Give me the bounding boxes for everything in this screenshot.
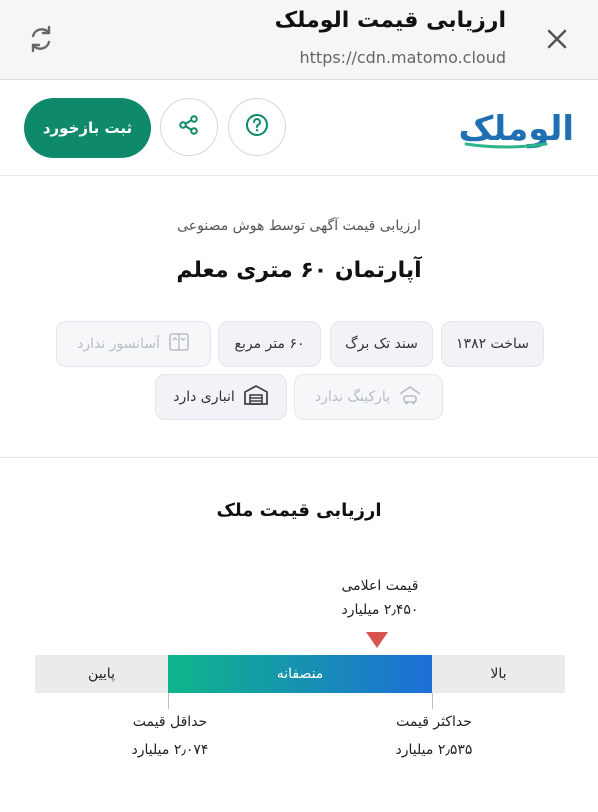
band-low: پایین [35,655,168,693]
band-low-label: پایین [88,666,115,682]
feature-label: پارکینگ ندارد [314,389,391,405]
max-tick [432,693,433,709]
page-url: https://cdn.matomo.cloud [299,48,507,67]
max-price-label: حداکثر قیمت [396,714,472,730]
min-price-label: حداقل قیمت [132,714,208,730]
valuation-title: ارزیابی قیمت ملک [216,500,382,521]
feature-label: ۶۰ متر مربع [234,336,305,352]
logo[interactable]: الوملک [436,104,576,152]
min-tick [168,693,169,709]
help-button[interactable] [228,98,286,156]
page-title: ارزیابی قیمت الوملک [274,8,506,33]
parking-icon [398,384,422,410]
elevator-icon [168,331,190,357]
close-icon[interactable] [542,24,572,54]
site-header: ثبت بازخورد الوملک [0,80,598,176]
band-high-label: بالا [490,666,507,682]
band-high: بالا [432,655,565,693]
share-button[interactable] [160,98,218,156]
feature-chip-storage: انباری دارد [155,374,287,420]
announced-price-label: قیمت اعلامی [341,578,419,594]
feature-label: آسانسور ندارد [77,336,160,352]
feature-label: سند تک برگ [345,336,418,352]
feature-chip-deed: سند تک برگ [330,321,433,367]
announced-price-marker [366,632,388,648]
band-fair-label: منصفانه [276,666,324,682]
max-price-value: ۲٫۵۳۵ میلیارد [395,742,473,758]
feature-chip-build-year: ساخت ۱۳۸۲ [441,321,544,367]
listing-title: آپارتمان ۶۰ متری معلم [176,258,422,283]
min-price-value: ۲٫۰۷۴ میلیارد [131,742,209,758]
question-circle-icon [244,112,270,142]
share-icon [177,113,201,141]
feature-label: ساخت ۱۳۸۲ [456,336,529,352]
listing-subtitle: ارزیابی قیمت آگهی توسط هوش مصنوعی [177,218,421,234]
storage-icon [243,384,269,410]
feature-chip-area: ۶۰ متر مربع [218,321,321,367]
svg-text:الوملک: الوملک [459,109,574,149]
register-feedback-button[interactable]: ثبت بازخورد [24,98,151,158]
feature-label: انباری دارد [173,389,235,405]
feature-chip-elevator: آسانسور ندارد [56,321,211,367]
app-bar: ارزیابی قیمت الوملک https://cdn.matomo.c… [0,0,598,80]
refresh-icon[interactable] [24,22,58,56]
announced-price-value: ۲٫۴۵۰ میلیارد [341,602,419,618]
band-fair: منصفانه [168,655,432,693]
feature-chip-parking: پارکینگ ندارد [294,374,443,420]
